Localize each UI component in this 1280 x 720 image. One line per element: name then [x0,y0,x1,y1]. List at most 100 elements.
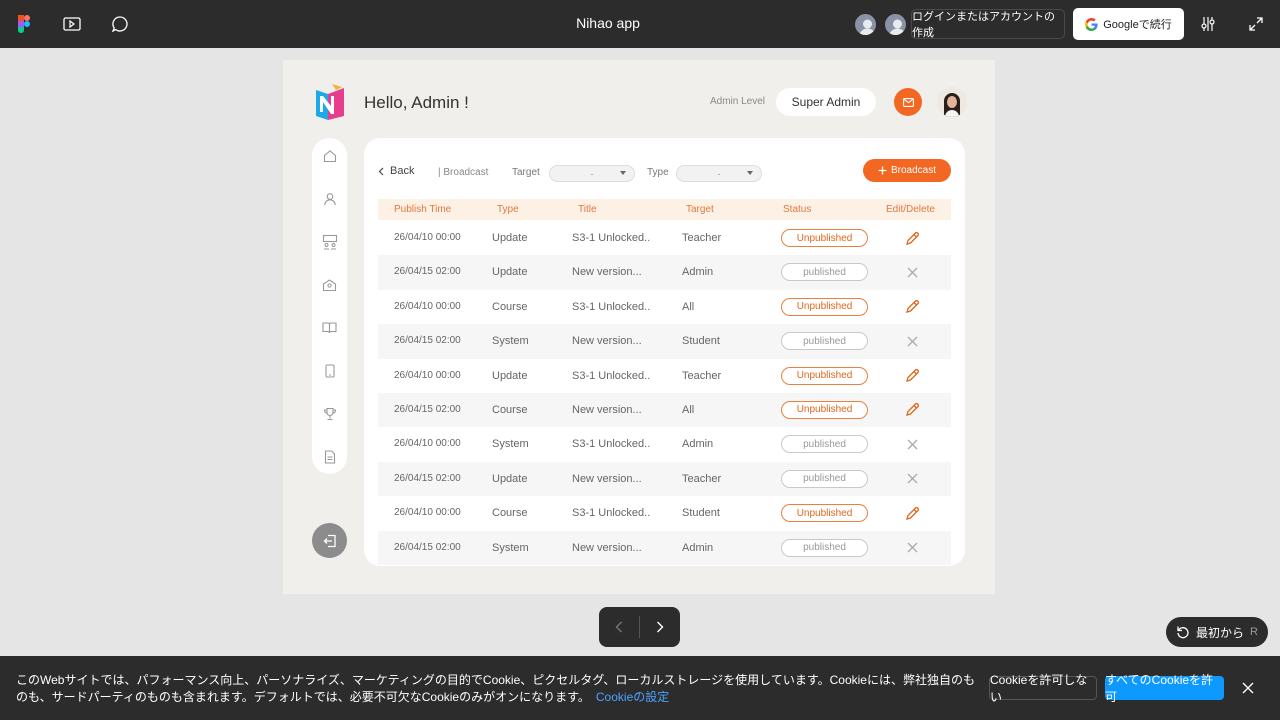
row-target: All [682,403,695,416]
restart-shortcut: R [1250,626,1258,638]
viewer-avatar[interactable] [883,12,908,37]
publish-time: 26/04/10 00:00 [394,232,461,243]
classroom-icon[interactable] [321,233,338,250]
delete-icon[interactable] [904,540,920,556]
viewer-avatar[interactable] [853,12,878,37]
row-target: Teacher [682,472,722,485]
delete-icon[interactable] [904,333,920,349]
status-badge: published [781,332,868,351]
logout-icon [323,534,336,547]
table-row: 26/04/15 02:00 Update New version... Admin p… [378,255,951,290]
publish-time: 26/04/10 00:00 [394,300,461,312]
status-badge: Unpublished [781,366,868,385]
table-row: 26/04/15 02:00 System New version... Admin p… [378,530,951,565]
prototype-frame: Hello, Admin ! Admin Level Super Admin B… [283,60,995,594]
row-target: Admin [682,266,714,279]
row-target: Admin [682,541,714,554]
broadcast-label: Broadcast [890,165,937,176]
edit-icon[interactable] [904,402,920,418]
trophy-icon[interactable] [321,405,338,422]
mail-button[interactable] [894,88,922,116]
broadcast-button[interactable]: Broadcast [863,159,951,182]
target-select[interactable]: - [549,165,635,182]
header-type: Type [497,204,519,215]
google-continue-label: Googleで続行 [1103,19,1172,31]
row-target: Admin [682,438,714,451]
row-target: All [682,300,695,313]
cookie-banner: このWebサイトでは、パフォーマンス向上、パーソナライズ、マーケティングの目的で… [0,656,1280,720]
publish-time: 26/04/10 00:00 [394,507,461,519]
chevron-left-icon [378,167,384,175]
row-title: S3-1 Unlocked.. [572,438,651,451]
row-title: New version... [572,266,642,279]
figma-topbar: Nihao app ログインまたはアカウントの作成 Googleで続行 [0,0,1280,48]
back-button[interactable]: Back [378,165,414,177]
header-status: Status [783,204,812,215]
close-icon[interactable] [1239,679,1257,697]
header-title: Title [578,204,597,215]
book-icon[interactable] [321,319,338,336]
user-icon[interactable] [321,190,338,207]
row-title: New version... [572,541,642,554]
row-target: Student [682,507,720,520]
broadcast-panel: Back | Broadcast Target - Type - Broadca… [364,138,965,566]
school-icon[interactable] [321,276,338,293]
header-publish-time: Publish Time [394,204,452,215]
row-type: System [492,541,529,554]
google-continue-button[interactable]: Googleで続行 [1073,8,1184,40]
publish-time: 26/04/10 00:00 [394,369,461,381]
table-row: 26/04/15 02:00 Course New version... All Unp… [378,392,951,428]
header-target: Target [686,204,714,215]
row-type: Update [492,266,528,279]
restart-icon [1177,626,1189,639]
row-type: Update [492,232,528,244]
caret-down-icon [620,171,626,175]
row-type: Update [492,472,528,485]
table-row: 26/04/10 00:00 Update S3-1 Unlocked.. Teach… [378,221,951,255]
greeting: Hello, Admin ! [364,93,469,112]
restart-button[interactable]: 最初から R [1166,617,1268,647]
home-icon[interactable] [321,147,338,164]
logout-button[interactable] [312,523,347,558]
row-type: Update [492,369,528,382]
table-row: 26/04/10 00:00 Course S3-1 Unlocked.. All Un… [378,290,951,324]
row-title: S3-1 Unlocked.. [572,300,651,313]
edit-icon[interactable] [904,505,920,521]
delete-icon[interactable] [904,436,920,452]
status-badge: Unpublished [781,400,868,419]
deny-cookies-button[interactable]: Cookieを許可しない [989,673,1097,704]
edit-icon[interactable] [904,299,920,315]
row-type: System [492,438,529,451]
next-slide-button[interactable] [640,607,680,647]
allow-all-cookies-button[interactable]: すべてのCookieを許可 [1105,673,1224,704]
document-icon[interactable] [321,448,338,465]
edit-icon[interactable] [904,368,920,384]
status-badge: published [781,435,868,454]
edit-icon[interactable] [904,230,920,246]
delete-icon[interactable] [904,471,920,487]
table-row: 26/04/10 00:00 Course S3-1 Unlocked.. Stude… [378,496,951,530]
delete-icon[interactable] [904,264,920,280]
publish-time: 26/04/15 02:00 [394,541,461,553]
mobile-icon[interactable] [321,362,338,379]
mail-icon [902,97,914,107]
target-select-value: - [590,168,594,179]
status-badge: published [781,263,868,282]
user-avatar[interactable] [937,87,967,117]
cookie-settings-link[interactable]: Cookieの設定 [596,690,669,704]
type-select[interactable]: - [676,165,762,182]
previous-slide-button[interactable] [599,607,639,647]
cookie-text: このWebサイトでは、パフォーマンス向上、パーソナライズ、マーケティングの目的で… [16,672,976,706]
settings-sliders-icon[interactable] [1196,12,1220,36]
google-icon [1085,17,1098,31]
status-badge: Unpublished [781,297,868,316]
admin-level-label: Admin Level [710,96,766,107]
row-title: S3-1 Unlocked.. [572,232,651,244]
fullscreen-icon[interactable] [1244,12,1268,36]
publish-time: 26/04/15 02:00 [394,266,461,278]
side-nav [312,138,347,474]
login-button[interactable]: ログインまたはアカウントの作成 [911,9,1065,39]
table-header: Publish Time Type Title Target Status Ed… [378,199,951,220]
chevron-right-icon [657,621,664,633]
row-target: Teacher [682,369,722,382]
